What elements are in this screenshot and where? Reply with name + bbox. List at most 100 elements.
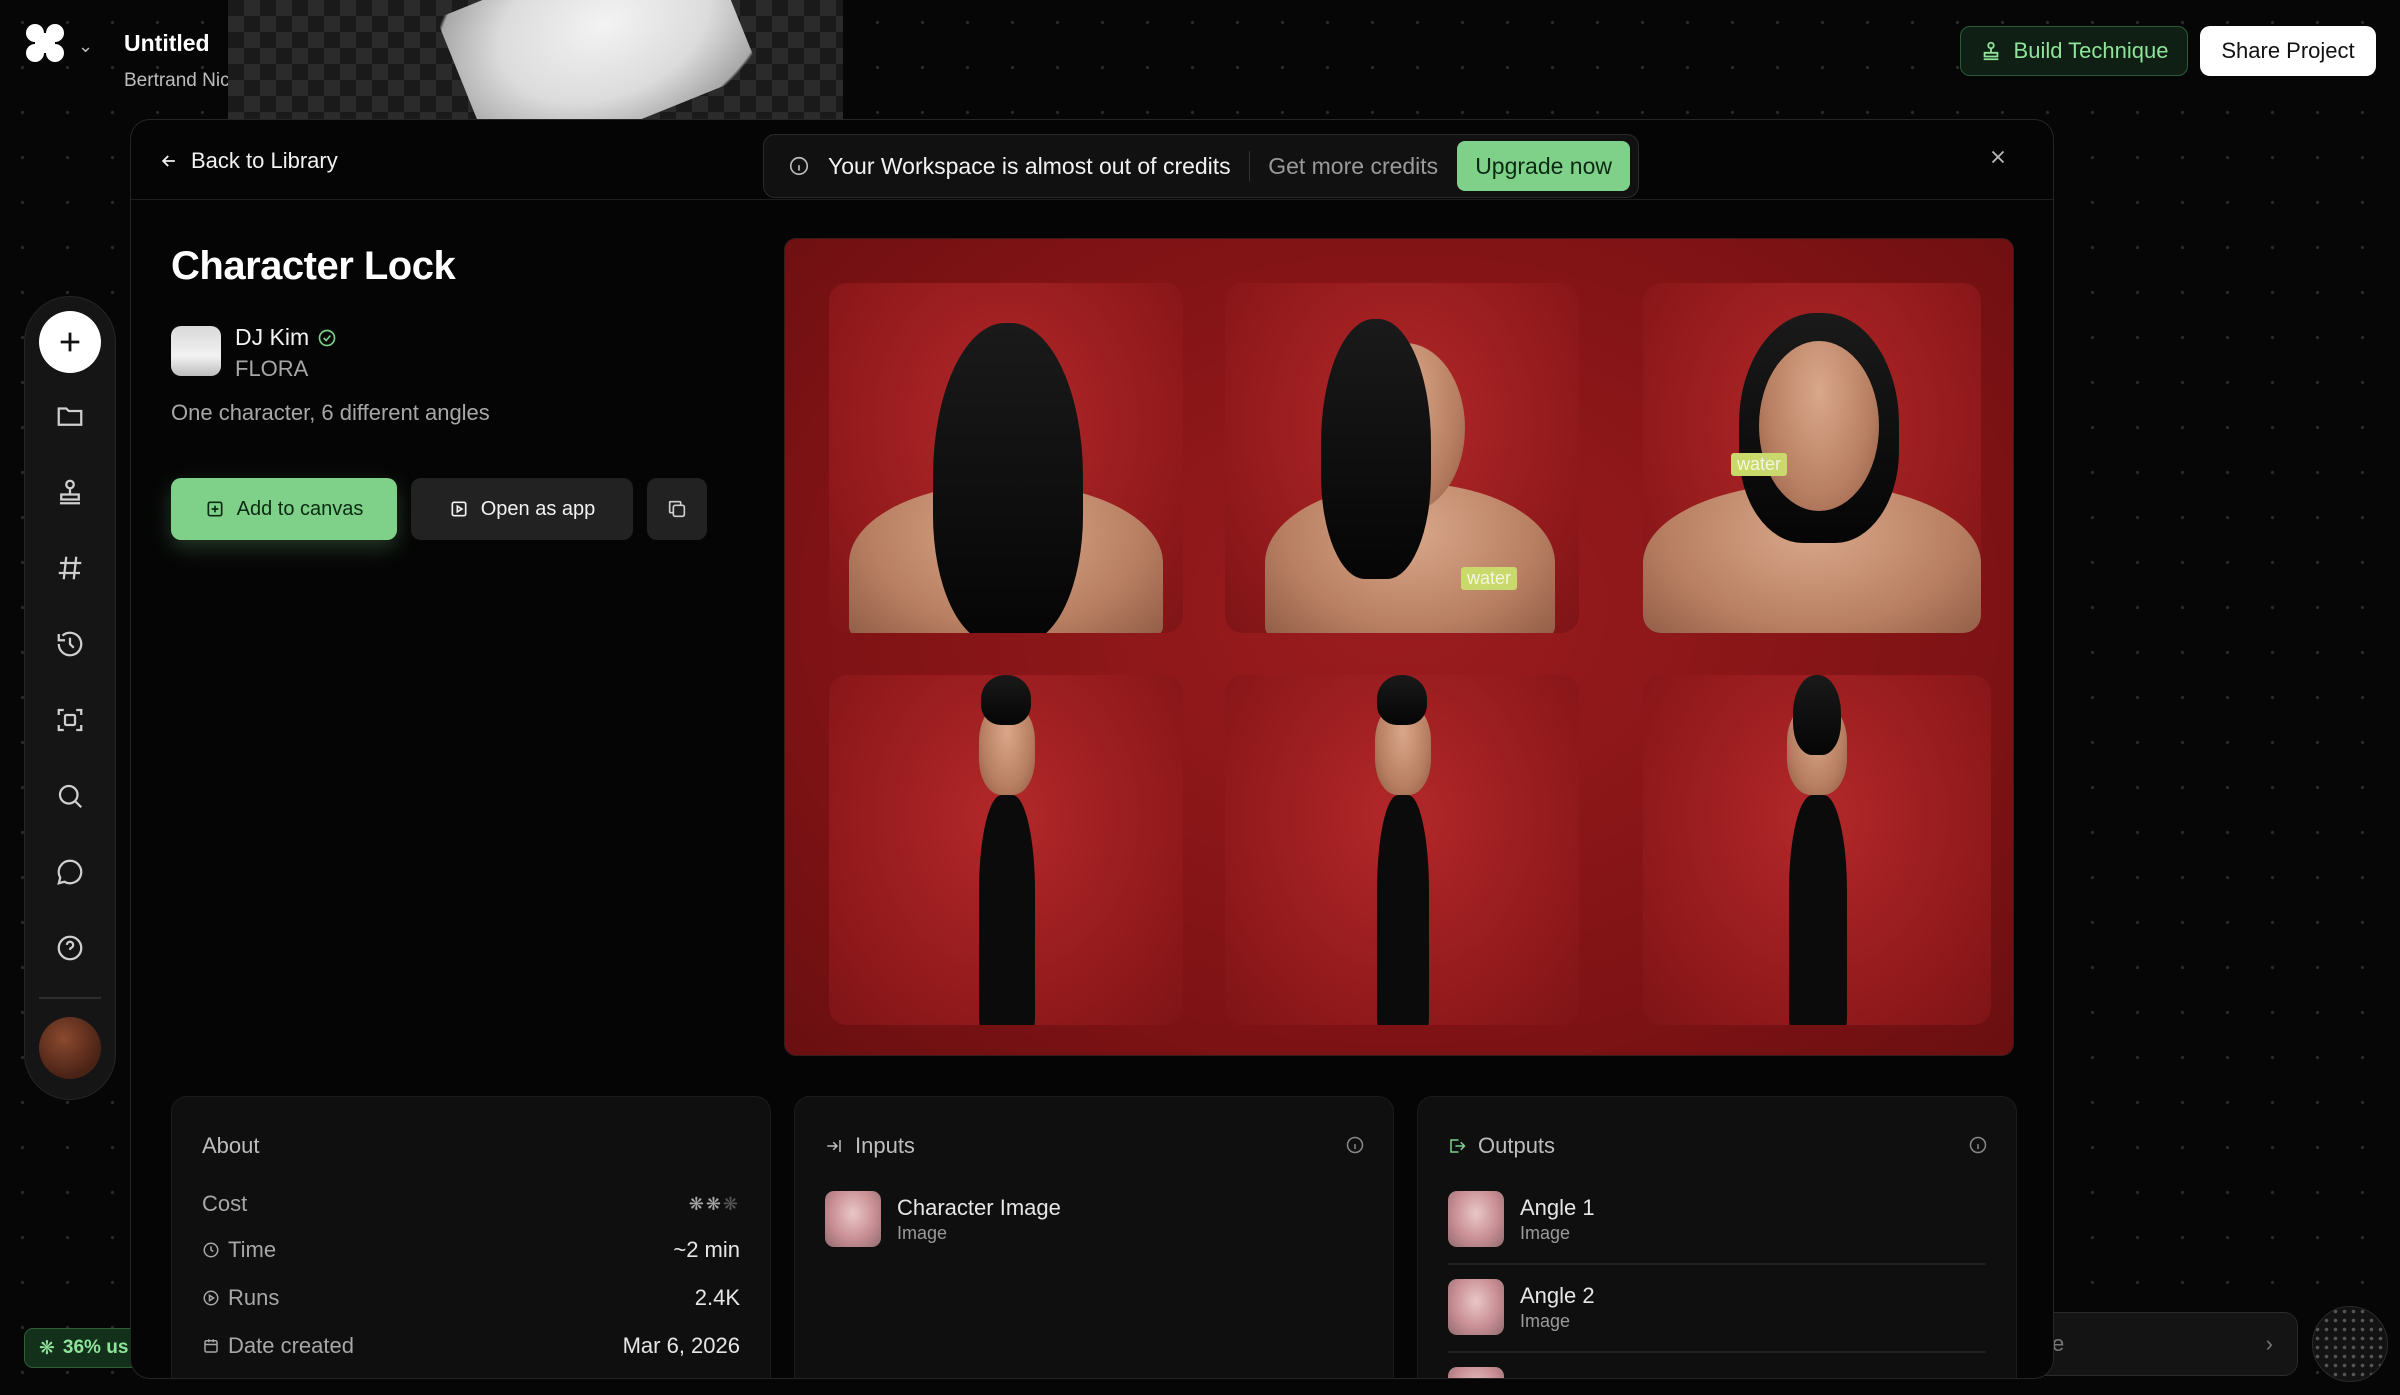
build-technique-button[interactable]: Build Technique bbox=[1960, 26, 2188, 76]
left-toolbar bbox=[24, 296, 116, 1100]
flora-logo[interactable] bbox=[24, 22, 66, 64]
chat-bubble-icon bbox=[57, 859, 83, 885]
technique-description: One character, 6 different angles bbox=[171, 400, 490, 425]
plus-icon bbox=[60, 332, 80, 352]
search-button[interactable] bbox=[51, 777, 89, 815]
output-name: Angle 2 bbox=[1520, 1282, 1595, 1308]
help-button[interactable] bbox=[51, 929, 89, 967]
arrow-left-icon bbox=[161, 155, 175, 167]
outputs-card: Outputs Angle 1 Image Angle 2 Image bbox=[1417, 1096, 2017, 1378]
output-type: Image bbox=[1520, 1310, 1571, 1331]
add-to-canvas-button[interactable]: Add to canvas bbox=[171, 478, 397, 540]
output-thumbnail bbox=[1448, 1279, 1504, 1335]
clock-icon bbox=[203, 1242, 219, 1258]
input-type: Image bbox=[897, 1222, 948, 1243]
output-name: Angle 1 bbox=[1520, 1194, 1595, 1220]
close-modal-button[interactable] bbox=[1987, 146, 2009, 173]
date-created-label: Date created bbox=[228, 1333, 354, 1358]
output-item-angle-1[interactable]: Angle 1 Image bbox=[1448, 1191, 1595, 1247]
user-avatar[interactable] bbox=[39, 1017, 101, 1079]
banner-divider bbox=[1248, 151, 1251, 181]
water-tag-label: water bbox=[1731, 453, 1788, 476]
time-label: Time bbox=[228, 1237, 277, 1262]
files-button[interactable] bbox=[51, 397, 89, 435]
open-as-app-button[interactable]: Open as app bbox=[411, 478, 633, 540]
input-arrow-icon bbox=[827, 1140, 841, 1152]
author-name-row[interactable]: DJ Kim bbox=[235, 324, 337, 351]
credits-banner: Your Workspace is almost out of credits … bbox=[763, 134, 1639, 198]
inputs-title: Inputs bbox=[855, 1133, 915, 1158]
output-thumbnail bbox=[1448, 1367, 1504, 1378]
share-project-button[interactable]: Share Project bbox=[2200, 26, 2376, 76]
preview-angle-back-portrait bbox=[829, 283, 1183, 633]
folder-icon bbox=[57, 407, 83, 426]
stamp-icon bbox=[1983, 41, 1998, 61]
calendar-icon bbox=[204, 1339, 218, 1353]
dot-grid-button[interactable] bbox=[2312, 1306, 2388, 1382]
preview-angle-front-full bbox=[829, 675, 1183, 1025]
info-icon bbox=[1346, 1136, 1364, 1154]
water-tag-label: water bbox=[1461, 567, 1518, 590]
get-more-credits-link[interactable]: Get more credits bbox=[1268, 153, 1438, 180]
inputs-info-button[interactable] bbox=[1345, 1135, 1365, 1160]
inputs-card: Inputs Character Image Image bbox=[794, 1096, 1394, 1378]
chat-button[interactable] bbox=[51, 853, 89, 891]
author-name: DJ Kim bbox=[235, 324, 310, 350]
back-label: Back to Library bbox=[191, 148, 338, 173]
technique-modal: Back to Library Your Workspace is almost… bbox=[130, 119, 2054, 1379]
canvas-image-node[interactable] bbox=[228, 0, 843, 120]
output-divider bbox=[1448, 1263, 1986, 1265]
technique-preview-image: water water bbox=[784, 238, 2014, 1056]
outputs-title: Outputs bbox=[1478, 1133, 1556, 1158]
about-row-runs: Runs 2.4K bbox=[202, 1285, 740, 1311]
info-icon bbox=[1969, 1136, 1987, 1154]
help-icon bbox=[57, 935, 83, 961]
about-row-cost: Cost ❋❋❋ bbox=[202, 1191, 740, 1217]
output-type: Image bbox=[1520, 1222, 1571, 1243]
output-thumbnail bbox=[1448, 1191, 1504, 1247]
credits-icon: ❋ bbox=[39, 1337, 55, 1359]
chevron-right-icon[interactable]: › bbox=[2266, 1331, 2273, 1357]
shoe-image bbox=[436, 0, 760, 120]
add-node-button[interactable] bbox=[39, 311, 101, 373]
runs-value: 2.4K bbox=[694, 1285, 740, 1310]
history-button[interactable] bbox=[51, 625, 89, 663]
credits-message: Your Workspace is almost out of credits bbox=[828, 152, 1231, 179]
input-thumbnail bbox=[825, 1191, 881, 1247]
author-avatar[interactable] bbox=[171, 326, 221, 376]
about-row-date-created: Date created Mar 6, 2026 bbox=[202, 1333, 740, 1359]
play-circle-icon bbox=[203, 1290, 219, 1306]
hashtag-button[interactable] bbox=[51, 549, 89, 587]
cost-label: Cost bbox=[202, 1191, 248, 1216]
output-arrow-icon bbox=[1450, 1139, 1466, 1153]
preview-angle-profile-portrait: water bbox=[1225, 283, 1579, 633]
date-created-value: Mar 6, 2026 bbox=[622, 1333, 740, 1358]
output-item-angle-2[interactable]: Angle 2 Image bbox=[1448, 1279, 1595, 1335]
toolbar-divider bbox=[39, 997, 101, 999]
output-item-partial[interactable] bbox=[1448, 1367, 1504, 1378]
input-name: Character Image bbox=[897, 1194, 1061, 1220]
open-as-app-label: Open as app bbox=[480, 497, 596, 520]
cost-credits-icon: ❋❋❋ bbox=[688, 1193, 740, 1214]
techniques-button[interactable] bbox=[51, 473, 89, 511]
author-org: FLORA bbox=[235, 356, 309, 381]
back-to-library-link[interactable]: Back to Library bbox=[159, 148, 338, 174]
usage-label: 36% us bbox=[62, 1337, 129, 1358]
add-to-canvas-label: Add to canvas bbox=[236, 497, 364, 520]
plus-square-icon bbox=[207, 501, 223, 517]
project-title[interactable]: Untitled bbox=[124, 30, 210, 57]
output-divider bbox=[1448, 1351, 1986, 1353]
hashtag-icon bbox=[58, 556, 82, 580]
preview-angle-side-full bbox=[1225, 675, 1579, 1025]
chevron-down-icon[interactable]: ⌄ bbox=[78, 36, 93, 57]
stamp-icon bbox=[60, 479, 80, 505]
scan-face-icon bbox=[57, 708, 83, 732]
duplicate-button[interactable] bbox=[647, 478, 707, 540]
upgrade-now-button[interactable]: Upgrade now bbox=[1457, 141, 1630, 191]
outputs-info-button[interactable] bbox=[1968, 1135, 1988, 1160]
build-technique-label: Build Technique bbox=[2013, 38, 2169, 63]
input-item-character-image[interactable]: Character Image Image bbox=[825, 1191, 1061, 1247]
close-icon bbox=[1991, 150, 2005, 164]
scan-button[interactable] bbox=[51, 701, 89, 739]
about-title: About bbox=[202, 1133, 260, 1158]
